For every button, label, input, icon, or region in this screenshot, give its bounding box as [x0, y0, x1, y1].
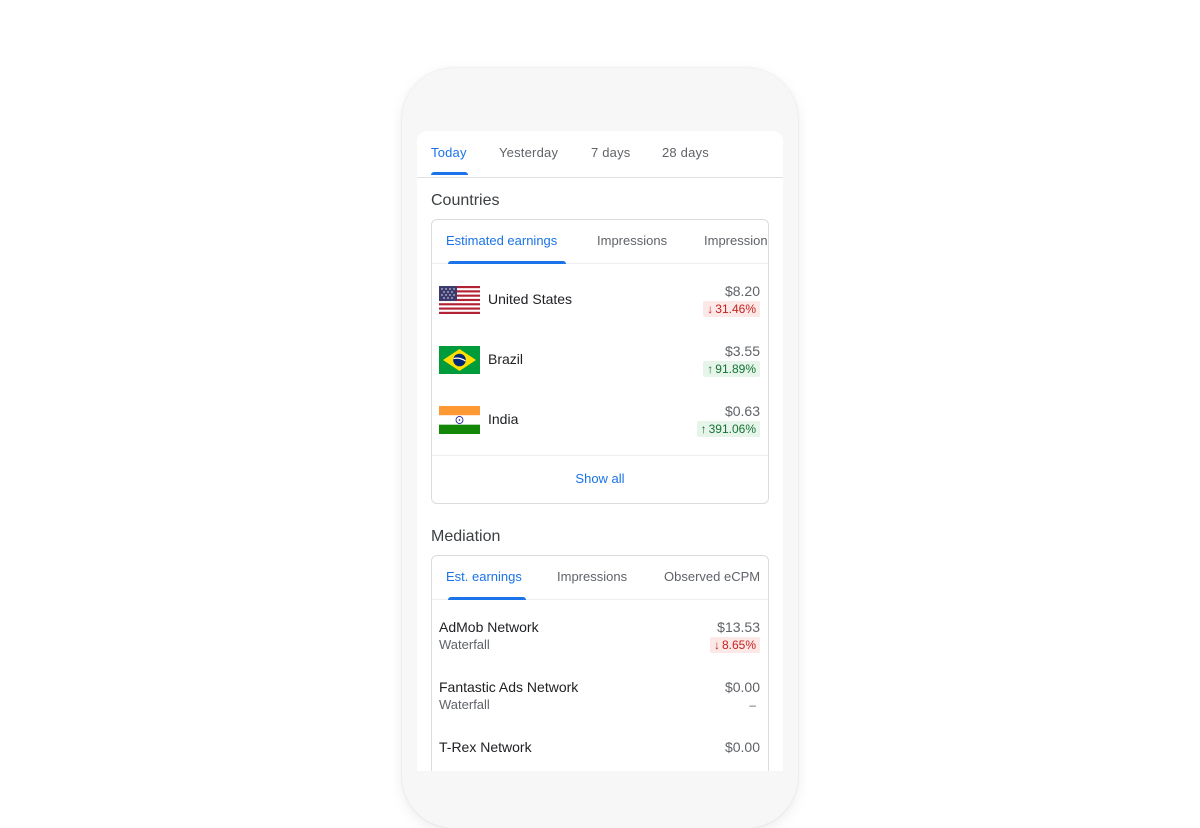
- network-type: Waterfall: [439, 697, 490, 712]
- mediation-card: Est. earnings Impressions Observed eCPM …: [431, 555, 769, 771]
- countries-metric-tabs: Estimated earnings Impressions Impressio…: [432, 220, 768, 264]
- tab-est-earnings[interactable]: Est. earnings: [446, 569, 522, 584]
- tab-impressions[interactable]: Impressions: [557, 569, 627, 584]
- network-row-t-rex[interactable]: T-Rex Network $0.00: [432, 720, 768, 771]
- country-name: Brazil: [488, 351, 524, 367]
- network-row-admob[interactable]: AdMob Network Waterfall $13.53 ↓ 8.65%: [432, 600, 768, 660]
- active-tab-indicator: [431, 172, 468, 175]
- brazil-flag-icon: [439, 346, 480, 374]
- country-row-india[interactable]: India $0.63 ↑ 391.06%: [432, 384, 768, 444]
- mediation-title: Mediation: [431, 528, 501, 545]
- us-flag-icon: [439, 286, 480, 314]
- tab-yesterday[interactable]: Yesterday: [499, 145, 558, 160]
- tab-28-days[interactable]: 28 days: [662, 145, 709, 160]
- earnings-amount: $8.20: [724, 283, 760, 299]
- change-badge: ↑ 91.89%: [703, 361, 760, 377]
- arrow-down-icon: ↓: [707, 302, 714, 316]
- show-all-row: Show all: [432, 455, 768, 503]
- tab-impressions[interactable]: Impressions: [597, 233, 667, 248]
- tab-impressions-2[interactable]: Impressions: [704, 233, 768, 248]
- network-type: Waterfall: [439, 637, 490, 652]
- change-value: 91.89%: [715, 362, 756, 376]
- earnings-amount: $0.63: [724, 403, 760, 419]
- change-badge: ↓ 8.65%: [709, 637, 760, 653]
- date-range-tabs: Today Yesterday 7 days 28 days: [417, 131, 783, 178]
- change-badge: ↓ 31.46%: [703, 301, 760, 317]
- change-value: 8.65%: [721, 638, 756, 652]
- earnings-amount: $0.00: [724, 739, 760, 755]
- country-row-united-states[interactable]: United States $8.20 ↓ 31.46%: [432, 264, 768, 324]
- country-name: United States: [488, 291, 573, 307]
- network-row-fantastic-ads[interactable]: Fantastic Ads Network Waterfall $0.00 –: [432, 660, 768, 720]
- country-row-brazil[interactable]: Brazil $3.55 ↑ 91.89%: [432, 324, 768, 384]
- change-value: 391.06%: [708, 422, 756, 436]
- tab-7-days[interactable]: 7 days: [591, 145, 631, 160]
- network-name: Fantastic Ads Network: [439, 679, 579, 695]
- countries-title: Countries: [431, 192, 500, 209]
- change-value: 31.46%: [715, 302, 756, 316]
- app-screen: Today Yesterday 7 days 28 days Countries…: [417, 131, 783, 771]
- network-name: T-Rex Network: [439, 739, 532, 755]
- earnings-amount: $13.53: [717, 619, 760, 635]
- earnings-amount: $3.55: [724, 343, 760, 359]
- change-badge: –: [745, 697, 760, 713]
- network-name: AdMob Network: [439, 619, 539, 635]
- show-all-button[interactable]: Show all: [432, 471, 768, 486]
- earnings-amount: $0.00: [724, 679, 760, 695]
- arrow-down-icon: ↓: [713, 638, 720, 652]
- tab-observed-ecpm[interactable]: Observed eCPM: [664, 569, 760, 584]
- india-flag-icon: [439, 406, 480, 434]
- change-value: –: [749, 698, 756, 712]
- change-badge: ↑ 391.06%: [696, 421, 760, 437]
- mediation-metric-tabs: Est. earnings Impressions Observed eCPM: [432, 556, 768, 600]
- country-name: India: [488, 411, 519, 427]
- tab-today[interactable]: Today: [431, 145, 467, 160]
- tab-estimated-earnings[interactable]: Estimated earnings: [446, 233, 557, 248]
- countries-card: Estimated earnings Impressions Impressio…: [431, 219, 769, 504]
- arrow-up-icon: ↑: [700, 422, 707, 436]
- arrow-up-icon: ↑: [707, 362, 714, 376]
